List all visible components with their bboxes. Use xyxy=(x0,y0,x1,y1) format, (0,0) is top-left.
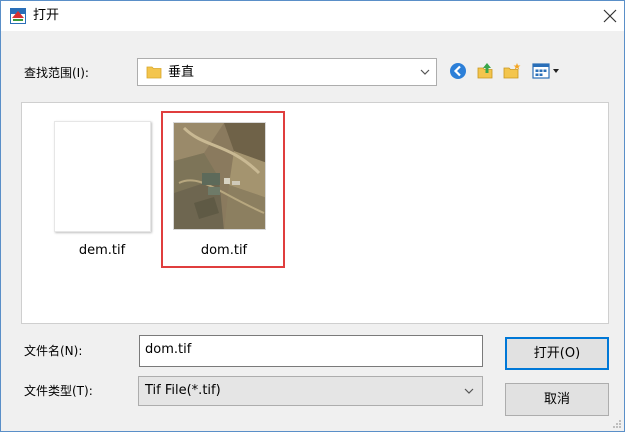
chevron-down-icon xyxy=(464,388,474,394)
file-name-input-value: dom.tif xyxy=(145,342,192,357)
view-menu-icon[interactable] xyxy=(532,62,562,80)
open-file-dialog: 打开 查找范围(I): 垂直 dem.tif dom.tif 文件名(N): d… xyxy=(0,0,625,432)
file-name-label: dem.tif xyxy=(78,243,126,258)
open-button[interactable]: 打开(O) xyxy=(505,337,609,370)
new-folder-icon[interactable] xyxy=(503,62,521,80)
file-list-pane[interactable]: dem.tif dom.tif xyxy=(21,102,609,324)
file-type-label: 文件类型(T): xyxy=(24,384,93,398)
blank-thumbnail xyxy=(54,121,151,232)
title-bar: 打开 xyxy=(1,1,624,31)
file-name-field-label: 文件名(N): xyxy=(24,344,83,358)
look-in-dropdown[interactable]: 垂直 xyxy=(137,58,437,86)
app-icon xyxy=(10,8,26,24)
file-type-value: Tif File(*.tif) xyxy=(145,383,221,398)
look-in-label: 查找范围(I): xyxy=(24,66,89,80)
selection-highlight xyxy=(161,111,285,268)
file-type-dropdown[interactable]: Tif File(*.tif) xyxy=(138,376,483,406)
file-name-input[interactable]: dom.tif xyxy=(139,335,483,367)
cancel-button[interactable]: 取消 xyxy=(505,383,609,416)
resize-grip-icon[interactable] xyxy=(612,419,622,429)
window-title: 打开 xyxy=(33,8,60,23)
look-in-value: 垂直 xyxy=(168,65,195,80)
back-icon[interactable] xyxy=(449,62,467,80)
up-folder-icon[interactable] xyxy=(476,62,494,80)
chevron-down-icon xyxy=(420,69,430,75)
folder-icon xyxy=(146,66,162,79)
file-item-dem[interactable]: dem.tif xyxy=(42,113,162,273)
close-icon[interactable] xyxy=(598,4,622,28)
